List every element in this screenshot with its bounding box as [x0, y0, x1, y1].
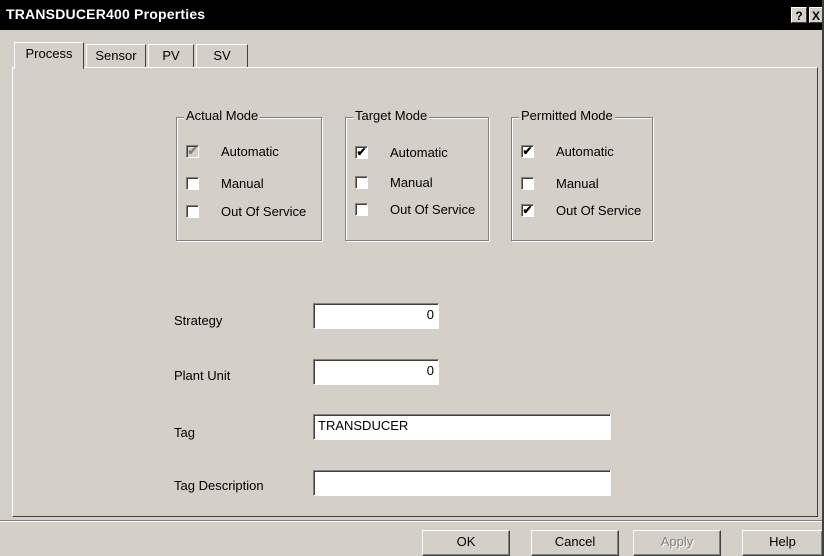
group-title: Actual Mode: [184, 108, 261, 123]
strategy-label: Strategy: [174, 313, 223, 328]
plant-unit-label: Plant Unit: [174, 368, 231, 383]
checkbox-label: Automatic: [221, 143, 279, 159]
actual-automatic-checkbox[interactable]: ✔ Automatic: [186, 142, 279, 160]
checkbox-label: Automatic: [556, 143, 614, 159]
tab-sv[interactable]: SV: [196, 44, 248, 68]
checkbox-box: [355, 202, 368, 216]
window-title: TRANSDUCER400 Properties: [6, 6, 206, 22]
checkbox-box: [186, 204, 199, 218]
permitted-mode-group: Permitted Mode ✔ Automatic Manual ✔ Out …: [511, 108, 653, 241]
apply-button[interactable]: Apply: [633, 530, 721, 556]
tab-process[interactable]: Process: [14, 42, 84, 69]
checkbox-box: ✔: [521, 202, 534, 217]
title-bar[interactable]: TRANSDUCER400 Properties ? X: [0, 0, 822, 30]
group-title: Target Mode: [353, 108, 430, 123]
checkbox-box: [521, 176, 534, 190]
checkbox-box: [355, 175, 368, 189]
permitted-manual-checkbox[interactable]: Manual: [521, 174, 599, 192]
cancel-button[interactable]: Cancel: [531, 530, 619, 556]
tag-description-label: Tag Description: [174, 478, 264, 493]
checkbox-box: ✔: [186, 143, 199, 158]
actual-mode-group: Actual Mode ✔ Automatic Manual Out Of Se…: [176, 108, 322, 241]
permitted-automatic-checkbox[interactable]: ✔ Automatic: [521, 142, 614, 160]
close-icon[interactable]: X: [809, 7, 822, 23]
help-icon[interactable]: ?: [791, 7, 807, 23]
checkbox-label: Manual: [390, 174, 433, 190]
tag-description-field[interactable]: [313, 470, 611, 496]
help-button[interactable]: Help: [742, 530, 822, 556]
checkbox-label: Out Of Service: [221, 203, 307, 219]
group-title: Permitted Mode: [519, 108, 615, 123]
checkbox-box: ✔: [521, 143, 534, 158]
button-bar-divider: [0, 520, 822, 522]
target-automatic-checkbox[interactable]: ✔ Automatic: [355, 143, 448, 161]
checkbox-label: Out Of Service: [556, 202, 642, 218]
checkbox-box: ✔: [355, 144, 368, 159]
permitted-out-of-service-checkbox[interactable]: ✔ Out Of Service: [521, 201, 641, 219]
strategy-field[interactable]: 0: [313, 303, 439, 329]
properties-dialog: TRANSDUCER400 Properties ? X Process Sen…: [0, 0, 824, 556]
tab-pv[interactable]: PV: [148, 44, 194, 68]
actual-manual-checkbox[interactable]: Manual: [186, 174, 264, 192]
checkbox-box: [186, 176, 199, 190]
target-mode-group: Target Mode ✔ Automatic Manual Out Of Se…: [345, 108, 489, 241]
checkbox-label: Out Of Service: [390, 201, 476, 217]
tab-sensor[interactable]: Sensor: [86, 44, 146, 68]
checkbox-label: Manual: [221, 175, 264, 191]
actual-out-of-service-checkbox[interactable]: Out Of Service: [186, 202, 306, 220]
plant-unit-field[interactable]: 0: [313, 359, 439, 385]
checkbox-label: Manual: [556, 175, 599, 191]
target-out-of-service-checkbox[interactable]: Out Of Service: [355, 200, 475, 218]
target-manual-checkbox[interactable]: Manual: [355, 173, 433, 191]
tag-label: Tag: [174, 425, 195, 440]
checkbox-label: Automatic: [390, 144, 448, 160]
ok-button[interactable]: OK: [422, 530, 510, 556]
tag-field[interactable]: TRANSDUCER: [313, 414, 611, 440]
